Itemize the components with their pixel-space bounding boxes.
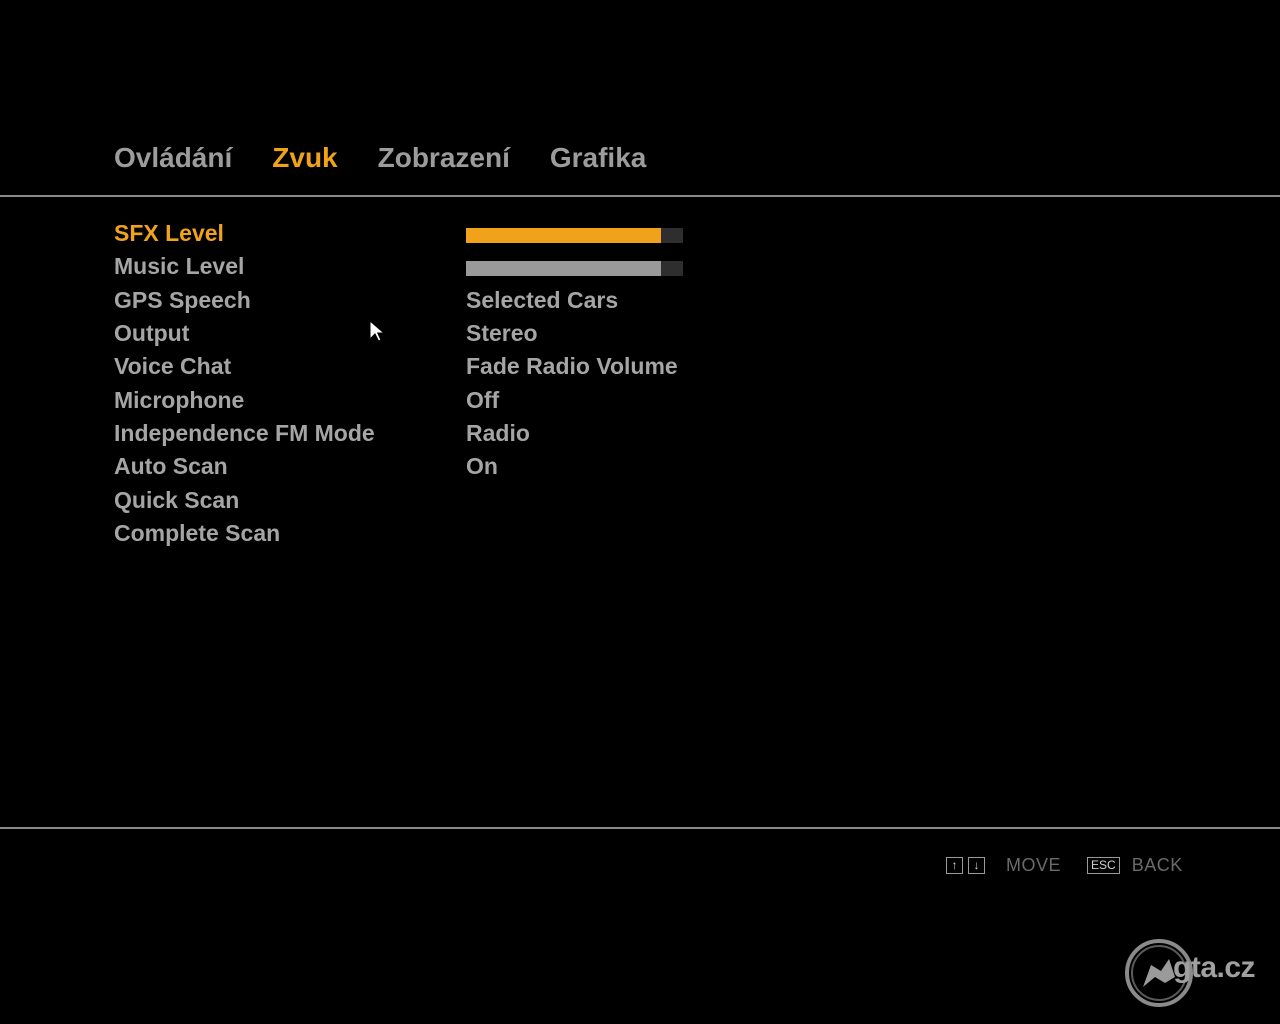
control-hints: ↑ ↓ MOVE ESC BACK [946,855,1183,876]
setting-label: Output [114,320,190,347]
setting-label: Music Level [114,253,245,280]
menu-tabs: Ovládání Zvuk Zobrazení Grafika [114,138,686,178]
setting-label: Complete Scan [114,519,281,546]
setting-value[interactable]: Stereo [466,320,538,347]
move-hint-label: MOVE [1006,855,1062,875]
down-arrow-key-icon: ↓ [968,857,985,874]
setting-label: GPS Speech [114,286,251,313]
setting-music-level[interactable]: Music Level [114,250,814,283]
music-level-slider[interactable] [466,261,683,277]
up-arrow-key-icon: ↑ [946,857,963,874]
setting-quick-scan[interactable]: Quick Scan [114,483,814,516]
setting-label: SFX Level [114,220,224,247]
sfx-level-slider[interactable] [466,228,683,244]
back-hint-label[interactable]: BACK [1132,855,1183,876]
setting-gps-speech[interactable]: GPS Speech Selected Cars [114,284,814,317]
slider-fill [466,261,662,277]
setting-value[interactable]: On [466,453,498,480]
bottom-divider [0,827,1280,829]
setting-voice-chat[interactable]: Voice Chat Fade Radio Volume [114,350,814,383]
setting-value[interactable]: Fade Radio Volume [466,353,678,380]
top-divider [0,195,1280,197]
setting-output[interactable]: Output Stereo [114,317,814,350]
setting-auto-scan[interactable]: Auto Scan On [114,450,814,483]
setting-label: Voice Chat [114,353,232,380]
setting-value[interactable]: Selected Cars [466,287,618,314]
slider-fill [466,228,662,244]
tab-zobrazeni[interactable]: Zobrazení [378,140,510,176]
setting-independence-fm-mode[interactable]: Independence FM Mode Radio [114,417,814,450]
watermark-logo: gta.cz [1125,937,1275,1009]
tab-ovladani[interactable]: Ovládání [114,140,232,176]
setting-label: Microphone [114,386,245,413]
tab-grafika[interactable]: Grafika [550,140,647,176]
watermark-text: gta.cz [1173,951,1256,984]
esc-key-icon[interactable]: ESC [1087,857,1120,874]
setting-label: Independence FM Mode [114,419,375,446]
tab-zvuk[interactable]: Zvuk [272,140,337,176]
setting-microphone[interactable]: Microphone Off [114,383,814,416]
setting-complete-scan[interactable]: Complete Scan [114,517,814,550]
mouse-pointer-icon [369,320,385,342]
setting-value[interactable]: Radio [466,420,530,447]
setting-label: Quick Scan [114,486,240,513]
setting-sfx-level[interactable]: SFX Level [114,217,814,250]
settings-list: SFX Level Music Level GPS Speech Selecte… [114,217,814,550]
setting-label: Auto Scan [114,453,228,480]
setting-value[interactable]: Off [466,387,499,414]
